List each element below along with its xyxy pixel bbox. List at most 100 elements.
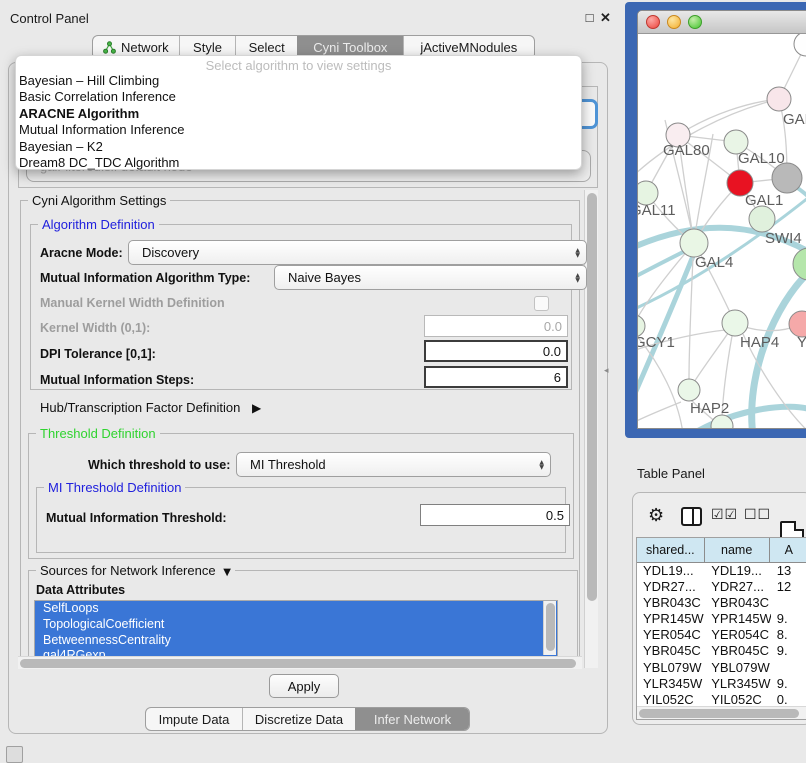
gear-icon[interactable]: ⚙ — [648, 505, 664, 526]
tab-jactivemnodules-label: jActiveMNodules — [420, 40, 517, 55]
network-node[interactable] — [767, 87, 791, 111]
network-node-label: GAL80 — [663, 142, 710, 159]
table-cell[interactable]: YER054C — [705, 627, 771, 643]
table-cell[interactable]: YBR045C — [637, 643, 705, 659]
data-attribute-item[interactable]: SelfLoops — [35, 601, 557, 617]
table-cell[interactable]: 13 — [771, 563, 806, 579]
divider-collapse-icon[interactable]: ◂ — [604, 366, 609, 376]
hub-definition-toggle[interactable]: Hub/Transcription Factor Definition ▶ — [40, 400, 261, 415]
table-hscrollbar[interactable] — [637, 706, 806, 720]
close-panel-icon[interactable]: ✕ — [598, 10, 613, 26]
attr-list-scrollbar-thumb[interactable] — [546, 603, 555, 651]
table-row[interactable]: YBL079WYBL079W — [637, 660, 806, 676]
deselect-all-checkboxes-icon[interactable]: ☐☐ — [744, 507, 771, 523]
algorithm-popup-list: Bayesian – Hill ClimbingBasic Correlatio… — [16, 73, 581, 171]
network-edge[interactable] — [678, 99, 779, 135]
network-node[interactable] — [794, 34, 806, 56]
network-node[interactable] — [722, 310, 748, 336]
table-hscrollbar-thumb[interactable] — [639, 709, 799, 718]
column-header-name[interactable]: name — [705, 538, 770, 562]
network-canvas[interactable]: GAL2GAL80GAL10GAL1GAL11SWI4GAL4GCY1HAP4Y… — [638, 34, 806, 429]
table-cell[interactable]: YDR27... — [705, 579, 771, 595]
table-cell[interactable]: YLR345W — [705, 676, 771, 692]
aracne-mode-combo[interactable]: Discovery ▲▼ — [128, 240, 587, 265]
table-cell[interactable]: YPR145W — [637, 611, 705, 627]
table-row[interactable]: YER054CYER054C8. — [637, 627, 806, 643]
table-cell[interactable]: 8. — [771, 627, 806, 643]
mi-steps-field[interactable]: 6 — [424, 366, 568, 388]
algorithm-option[interactable]: Basic Correlation Inference — [16, 89, 581, 105]
table-cell[interactable]: 9. — [771, 643, 806, 659]
data-attribute-item[interactable]: TopologicalCoefficient — [35, 617, 557, 633]
algorithm-option[interactable]: Bayesian – K2 — [16, 139, 581, 155]
close-window-icon[interactable] — [646, 15, 660, 29]
attr-list-scrollbar[interactable] — [543, 601, 556, 655]
mi-type-value: Naive Bayes — [288, 270, 361, 285]
algorithm-option[interactable]: Bayesian – Hill Climbing — [16, 73, 581, 89]
mi-threshold-group-title: MI Threshold Definition — [44, 480, 185, 495]
manual-kernel-label: Manual Kernel Width Definition — [40, 296, 225, 310]
column-header-third[interactable]: A — [770, 538, 806, 562]
columns-icon[interactable] — [681, 507, 702, 526]
tab-impute-data[interactable]: Impute Data — [146, 708, 242, 730]
float-panel-icon[interactable]: □ — [582, 10, 597, 25]
table-row[interactable]: YPR145WYPR145W9. — [637, 611, 806, 627]
network-node[interactable] — [678, 379, 700, 401]
network-node[interactable] — [772, 163, 802, 193]
tab-discretize-data[interactable]: Discretize Data — [242, 708, 355, 730]
network-node[interactable] — [680, 229, 708, 257]
table-cell[interactable]: YBR043C — [637, 595, 705, 611]
data-attribute-item[interactable]: BetweennessCentrality — [35, 633, 557, 649]
mi-threshold-field[interactable]: 0.5 — [420, 504, 570, 526]
table-row[interactable]: YBR043CYBR043C — [637, 595, 806, 611]
settings-vscrollbar-thumb[interactable] — [587, 193, 597, 601]
table-cell[interactable] — [771, 595, 806, 611]
table-cell[interactable]: 9. — [771, 611, 806, 627]
manual-kernel-checkbox[interactable] — [534, 296, 549, 311]
mi-type-combo[interactable]: Naive Bayes ▲▼ — [274, 265, 587, 290]
network-edge[interactable] — [638, 402, 681, 428]
table-cell[interactable]: 12 — [771, 579, 806, 595]
algorithm-option[interactable]: Dream8 DC_TDC Algorithm — [16, 155, 581, 171]
select-all-checkboxes-icon[interactable]: ☑☑ — [711, 507, 738, 523]
data-attributes-list[interactable]: SelfLoopsTopologicalCoefficientBetweenne… — [34, 600, 558, 658]
settings-hscrollbar[interactable] — [18, 656, 582, 669]
apply-button[interactable]: Apply — [269, 674, 339, 698]
network-node[interactable] — [749, 206, 775, 232]
network-icon — [103, 41, 116, 54]
minimize-window-icon[interactable] — [667, 15, 681, 29]
table-cell[interactable]: YBR045C — [705, 643, 771, 659]
table-row[interactable]: YDL19...YDL19...13 — [637, 563, 806, 579]
table-row[interactable]: YBR045CYBR045C9. — [637, 643, 806, 659]
table-cell[interactable]: YBR043C — [705, 595, 771, 611]
combo-arrows-icon: ▲▼ — [575, 273, 580, 283]
table-cell[interactable]: YDR27... — [637, 579, 705, 595]
network-window-titlebar[interactable] — [638, 11, 806, 34]
table-row[interactable]: YLR345WYLR345W9. — [637, 676, 806, 692]
table-cell[interactable]: 9. — [771, 676, 806, 692]
which-threshold-combo[interactable]: MI Threshold ▲▼ — [236, 452, 551, 477]
table-cell[interactable]: YLR345W — [637, 676, 705, 692]
zoom-window-icon[interactable] — [688, 15, 702, 29]
tab-select-label: Select — [249, 40, 285, 55]
table-cell[interactable]: YBL079W — [705, 660, 771, 676]
network-edge[interactable] — [689, 257, 693, 379]
table-cell[interactable]: YBL079W — [637, 660, 705, 676]
column-header-shared-name[interactable]: shared... — [637, 538, 705, 562]
table-row[interactable]: YDR27...YDR27...12 — [637, 579, 806, 595]
network-node[interactable] — [793, 248, 806, 280]
settings-hscrollbar-thumb[interactable] — [20, 659, 576, 668]
table-cell[interactable]: YPR145W — [705, 611, 771, 627]
algorithm-option[interactable]: Mutual Information Inference — [16, 122, 581, 138]
dpi-tolerance-field[interactable]: 0.0 — [424, 340, 568, 362]
tab-infer-network[interactable]: Infer Network — [355, 708, 469, 730]
collapsed-panel-icon[interactable] — [6, 746, 23, 763]
kernel-width-field[interactable]: 0.0 — [424, 315, 568, 337]
table-cell[interactable] — [771, 660, 806, 676]
table-cell[interactable]: YER054C — [637, 627, 705, 643]
sources-title-row[interactable]: Sources for Network Inference ▼ — [36, 563, 235, 578]
combo-arrows-icon: ▲▼ — [539, 460, 544, 470]
table-cell[interactable]: YDL19... — [637, 563, 705, 579]
algorithm-option[interactable]: ARACNE Algorithm — [16, 106, 581, 122]
table-cell[interactable]: YDL19... — [705, 563, 771, 579]
